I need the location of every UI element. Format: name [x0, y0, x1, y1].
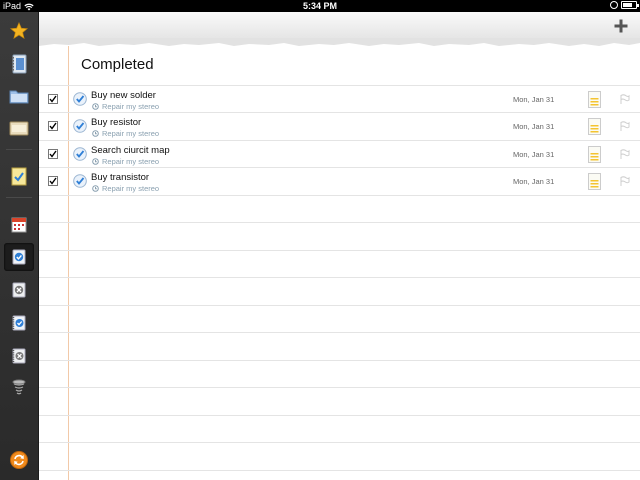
ruled-line — [39, 332, 640, 333]
sidebar-item-starred[interactable] — [4, 17, 34, 45]
battery-icon — [621, 1, 639, 9]
cancelled-x-icon — [12, 282, 26, 298]
sidebar-item-sync[interactable] — [4, 446, 34, 474]
flag-icon[interactable] — [619, 149, 630, 160]
completed-status-icon — [73, 147, 87, 161]
star-icon — [10, 22, 28, 39]
task-note-icon — [11, 167, 27, 186]
completed-status-icon — [73, 92, 87, 106]
rotation-lock-icon — [610, 1, 618, 9]
task-checkbox[interactable] — [48, 121, 58, 131]
plus-icon — [614, 19, 628, 33]
completed-check-icon — [12, 249, 26, 265]
task-project: Repair my stereo — [92, 129, 159, 138]
sidebar-item-calendar[interactable] — [4, 210, 34, 238]
task-project-name: Repair my stereo — [102, 184, 160, 193]
flag-icon[interactable] — [619, 121, 630, 132]
task-project: Repair my stereo — [92, 157, 159, 166]
ruled-line — [39, 277, 640, 278]
checkmark-icon — [49, 95, 57, 103]
ruled-line — [39, 305, 640, 306]
task-title: Search ciurcit map — [91, 145, 170, 156]
note-icon[interactable] — [588, 173, 601, 190]
task-project-name: Repair my stereo — [102, 157, 160, 166]
ruled-line — [39, 222, 640, 223]
task-row[interactable]: Buy resistor Repair my stereo Mon, Jan 3… — [39, 113, 640, 140]
task-date: Mon, Jan 31 — [513, 122, 555, 131]
note-icon[interactable] — [588, 118, 601, 135]
project-clock-icon — [92, 130, 99, 137]
sidebar-item-trash[interactable] — [4, 374, 34, 402]
sidebar-item-notebook-cancelled[interactable] — [4, 342, 34, 370]
task-title: Buy new solder — [91, 90, 156, 101]
completed-status-icon — [73, 174, 87, 188]
task-checkbox[interactable] — [48, 176, 58, 186]
status-time: 5:34 PM — [302, 1, 337, 11]
notebook-check-icon — [12, 315, 26, 331]
ruled-line — [39, 415, 640, 416]
completed-status-icon — [73, 119, 87, 133]
task-project: Repair my stereo — [92, 102, 159, 111]
sidebar-separator — [6, 149, 32, 150]
sidebar-item-completed[interactable] — [4, 243, 34, 271]
task-row[interactable]: Buy transistor Repair my stereo Mon, Jan… — [39, 168, 640, 195]
task-checkbox[interactable] — [48, 94, 58, 104]
task-date: Mon, Jan 31 — [513, 177, 555, 186]
notebook-x-icon — [12, 348, 26, 364]
checkmark-icon — [49, 122, 57, 130]
task-date: Mon, Jan 31 — [513, 150, 555, 159]
project-clock-icon — [92, 185, 99, 192]
ruled-line — [39, 195, 640, 196]
page-title: Completed — [81, 56, 154, 73]
task-row[interactable]: Search ciurcit map Repair my stereo Mon,… — [39, 141, 640, 168]
ruled-line — [39, 387, 640, 388]
sidebar-item-notebook[interactable] — [4, 50, 34, 78]
checkmark-icon — [49, 150, 57, 158]
status-bar: iPad 5:34 PM — [0, 0, 640, 12]
ruled-line — [39, 360, 640, 361]
ruled-line — [39, 442, 640, 443]
task-title: Buy transistor — [91, 172, 150, 183]
note-icon[interactable] — [588, 146, 601, 163]
inbox-tray-icon — [9, 121, 29, 136]
ruled-line — [39, 250, 640, 251]
sidebar-item-inbox[interactable] — [4, 114, 34, 142]
task-row[interactable]: Buy new solder Repair my stereo Mon, Jan… — [39, 86, 640, 113]
folder-icon — [9, 90, 29, 104]
sidebar-item-cancelled[interactable] — [4, 276, 34, 304]
task-project-name: Repair my stereo — [102, 102, 160, 111]
sidebar-separator — [6, 197, 32, 198]
task-date: Mon, Jan 31 — [513, 95, 555, 104]
trash-spring-icon — [12, 379, 26, 395]
add-task-button[interactable] — [610, 15, 632, 37]
sync-icon — [10, 451, 28, 469]
flag-icon[interactable] — [619, 176, 630, 187]
sidebar-item-notebook-done[interactable] — [4, 309, 34, 337]
flag-icon[interactable] — [619, 94, 630, 105]
notebook-icon — [12, 54, 27, 74]
note-icon[interactable] — [588, 91, 601, 108]
project-clock-icon — [92, 158, 99, 165]
top-toolbar — [39, 12, 640, 40]
calendar-icon — [11, 217, 27, 232]
checkmark-icon — [49, 177, 57, 185]
task-project: Repair my stereo — [92, 184, 159, 193]
sidebar-item-tasks[interactable] — [4, 162, 34, 190]
sidebar-item-folders[interactable] — [4, 82, 34, 110]
task-checkbox[interactable] — [48, 149, 58, 159]
task-list-panel: Completed Buy new solder Repair my stere… — [39, 46, 640, 480]
sidebar — [0, 12, 39, 480]
status-bar-right — [610, 1, 639, 9]
ruled-line — [39, 470, 640, 471]
project-clock-icon — [92, 103, 99, 110]
task-title: Buy resistor — [91, 117, 142, 128]
task-project-name: Repair my stereo — [102, 129, 160, 138]
